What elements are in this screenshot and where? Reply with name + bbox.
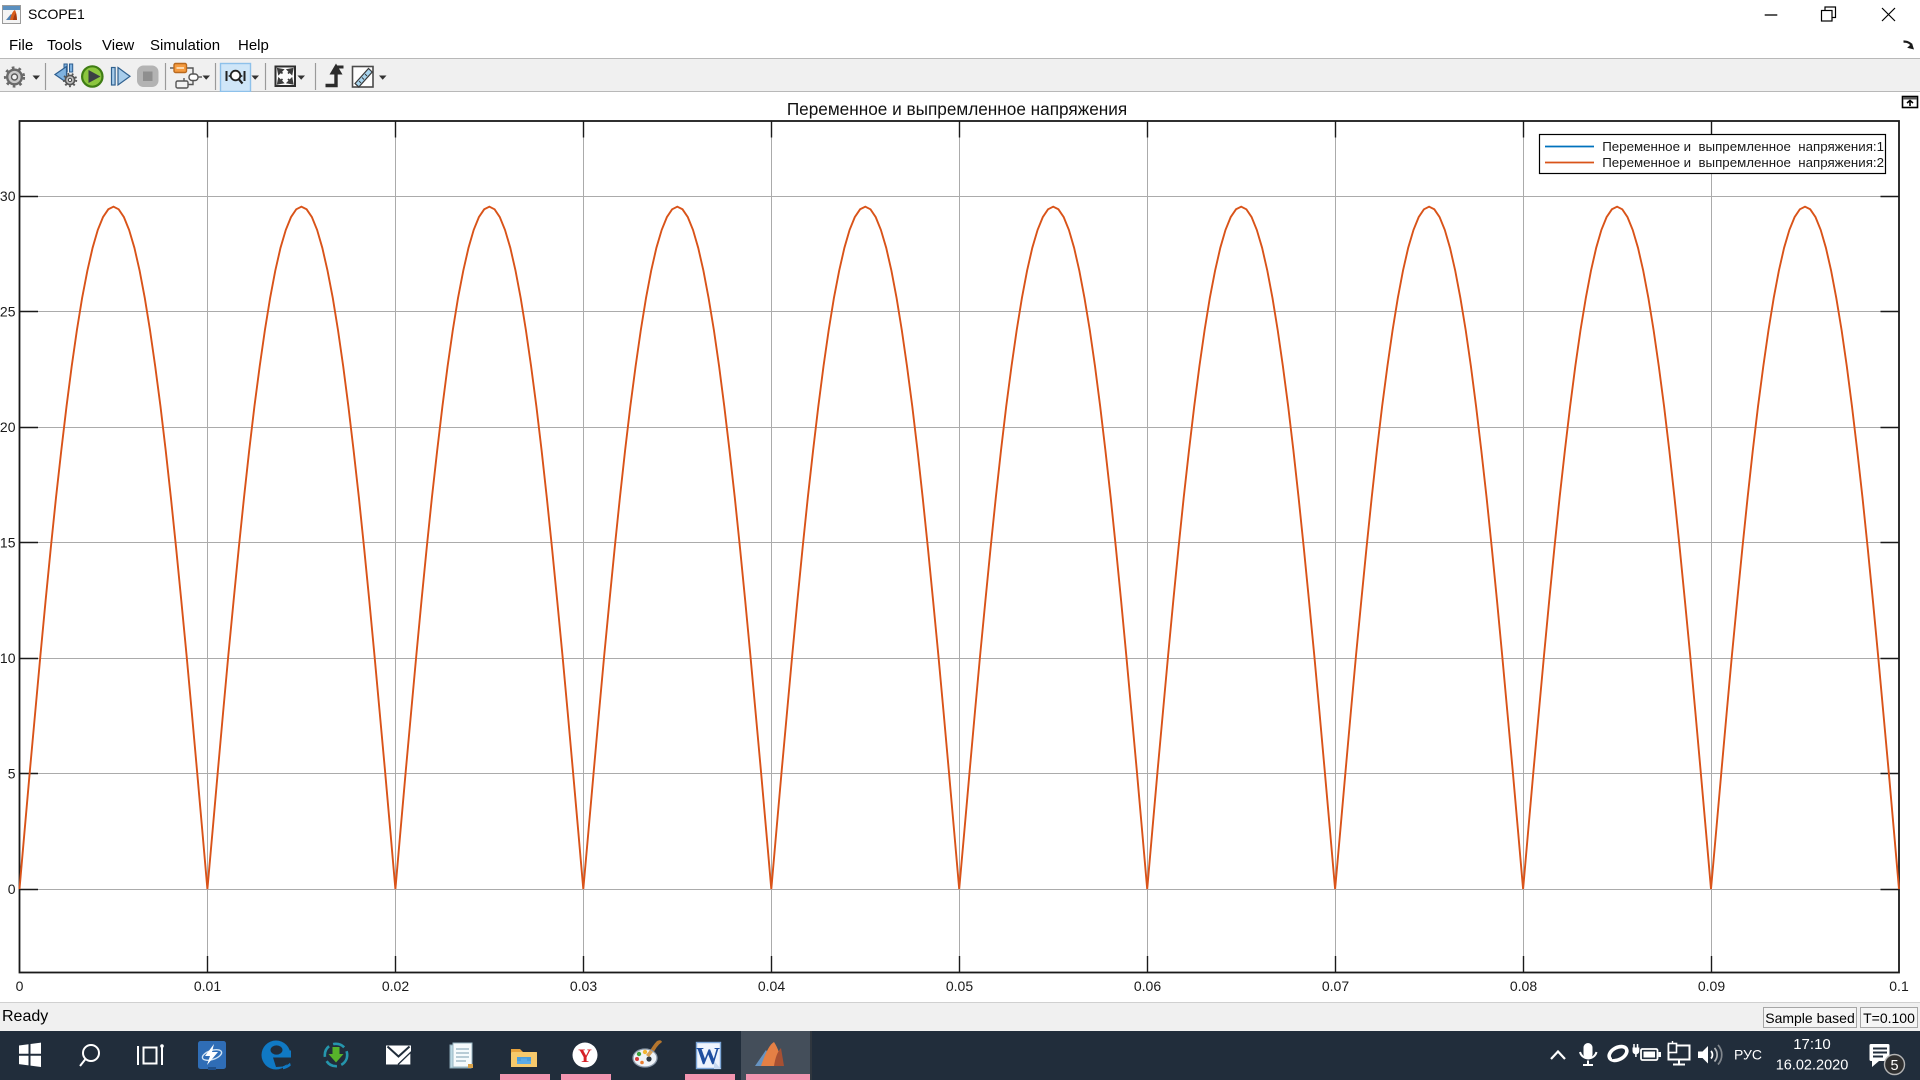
svg-text:Переменное и выпремленное на: Переменное и выпремленное напряжения:2 (1602, 155, 1884, 170)
svg-text:10: 10 (0, 650, 16, 666)
svg-text:0: 0 (16, 978, 24, 994)
svg-text:0.09: 0.09 (1698, 978, 1725, 994)
svg-text:5: 5 (1890, 1058, 1898, 1074)
svg-text:30: 30 (0, 188, 16, 204)
svg-text:0: 0 (8, 881, 16, 897)
svg-text:17:10: 17:10 (1793, 1036, 1831, 1053)
svg-text:0.08: 0.08 (1510, 978, 1537, 994)
svg-text:0.1: 0.1 (1889, 978, 1909, 994)
svg-text:W: W (696, 1044, 720, 1070)
svg-text:0.04: 0.04 (758, 978, 785, 994)
svg-text:16.02.2020: 16.02.2020 (1776, 1058, 1849, 1074)
svg-text:25: 25 (0, 304, 16, 320)
svg-text:5: 5 (8, 766, 16, 782)
svg-text:0.02: 0.02 (382, 978, 409, 994)
svg-text:Переменное и выпремленное напр: Переменное и выпремленное напряжения (787, 99, 1127, 119)
svg-text:Переменное и выпремленное на: Переменное и выпремленное напряжения:1 (1602, 139, 1884, 154)
svg-text:0.01: 0.01 (194, 978, 221, 994)
svg-text:РУС: РУС (1734, 1047, 1762, 1063)
svg-text:0.05: 0.05 (946, 978, 973, 994)
svg-text:0.06: 0.06 (1134, 978, 1161, 994)
svg-text:0.03: 0.03 (570, 978, 597, 994)
svg-text:15: 15 (0, 535, 16, 551)
svg-text:0.07: 0.07 (1322, 978, 1349, 994)
svg-text:Y: Y (578, 1046, 592, 1067)
svg-text:20: 20 (0, 419, 16, 435)
